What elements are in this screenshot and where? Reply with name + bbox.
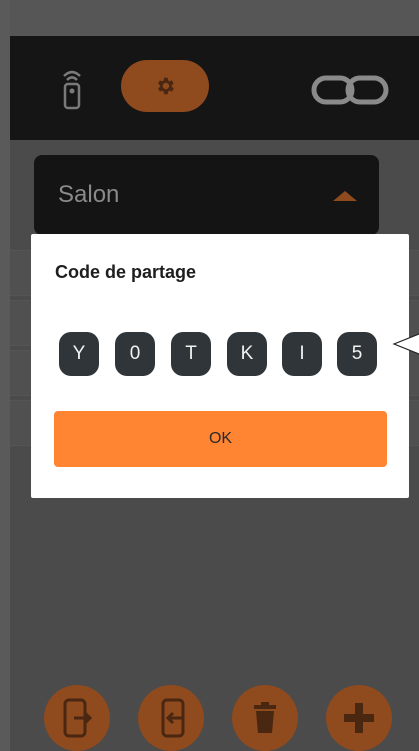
receive-from-phone-button[interactable] [138,685,204,751]
ok-button[interactable]: OK [54,411,387,467]
settings-button[interactable] [121,60,209,112]
remote-control-icon[interactable] [60,66,84,110]
phone-receive-icon [161,698,185,738]
trash-icon [254,702,276,733]
code-character: T [171,332,211,376]
code-character: 5 [337,332,377,376]
send-to-phone-button[interactable] [44,685,110,751]
caret-up-icon [333,191,357,201]
top-toolbar [10,36,419,140]
share-code-dialog: Code de partage Y 0 T K I 5 OK [31,234,409,498]
delete-button[interactable] [232,685,298,751]
phone-send-icon [63,698,93,738]
room-dropdown[interactable]: Salon [34,155,379,235]
share-code: Y 0 T K I 5 [59,332,381,376]
bottom-action-bar [10,680,419,751]
add-button[interactable] [326,685,392,751]
code-character: K [227,332,267,376]
status-bar [10,0,419,36]
code-character: Y [59,332,99,376]
plus-icon [344,703,374,733]
dialog-title: Code de partage [55,262,197,282]
code-character: 0 [115,332,155,376]
callout-pointer-icon [392,333,419,355]
room-dropdown-value: Salon [58,181,120,208]
code-character: I [282,332,322,376]
gear-icon [158,77,174,95]
infinity-link-icon[interactable] [310,72,390,108]
